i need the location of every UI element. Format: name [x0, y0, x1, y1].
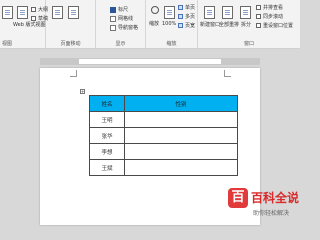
ruler-right-margin [221, 59, 259, 64]
horizontal-ruler[interactable] [40, 58, 260, 65]
split-label[interactable]: 拆分 [241, 21, 251, 28]
header-name[interactable]: 姓名 [89, 95, 125, 112]
table-cell[interactable] [124, 159, 238, 176]
ruler-label: 标尺 [118, 7, 129, 13]
side-by-side-icon [256, 5, 261, 10]
table-move-handle-icon[interactable]: + [80, 89, 85, 94]
zoom-group: 缩放 100% 单页 多页 页宽 缩放 [146, 0, 198, 48]
split-icon[interactable] [240, 6, 251, 19]
watermark-logo-icon: 百 [228, 188, 248, 208]
nav-pane-check-icon [110, 24, 116, 31]
side-by-side-label: 并排查看 [263, 5, 284, 11]
vertical-page-icon[interactable] [52, 6, 63, 19]
sync-scroll-icon [256, 14, 261, 19]
single-page-button[interactable]: 单页 [178, 4, 195, 11]
top-left-margin-mark [70, 70, 77, 77]
table-cell[interactable] [124, 143, 238, 160]
zoom-icon[interactable] [151, 6, 159, 14]
nav-pane-label: 导航窗格 [118, 25, 139, 31]
table-row: 王斌 [89, 159, 238, 176]
print-layout-icon[interactable] [2, 6, 13, 19]
single-page-icon [178, 5, 183, 10]
page-move-group: 页面移动 [46, 0, 96, 48]
document-page[interactable]: + 姓名 性别 王明 张华 李想 王斌 [40, 68, 260, 225]
top-right-margin-mark [224, 70, 231, 77]
window-group-label: 窗口 [243, 41, 254, 47]
gridlines-check-icon [110, 15, 116, 22]
table-cell[interactable]: 李想 [89, 143, 125, 160]
side-by-side-button[interactable]: 并排查看 [256, 4, 283, 11]
table-row: 李想 [89, 143, 238, 160]
table-cell[interactable]: 张华 [89, 127, 125, 144]
sync-scroll-label: 同步滚动 [263, 14, 284, 20]
views-group: Web 版式视图 大纲 草稿 视图 [0, 0, 48, 48]
outline-icon [31, 7, 36, 12]
single-page-label: 单页 [185, 5, 196, 11]
watermark-title: 百科全说 [251, 191, 300, 205]
header-gender[interactable]: 性别 [124, 95, 238, 112]
side-to-side-icon[interactable] [68, 6, 79, 19]
table-cell[interactable] [124, 111, 238, 128]
watermark-subtitle: 助你轻松解决 [253, 210, 290, 217]
zoom-group-label: 缩放 [166, 41, 177, 47]
new-window-label[interactable]: 新建窗口 [200, 21, 220, 28]
draft-icon [31, 16, 36, 21]
multi-page-icon [178, 14, 183, 19]
arrange-all-label[interactable]: 全部重排 [219, 21, 239, 28]
table-cell[interactable]: 王斌 [89, 159, 125, 176]
multi-page-label: 多页 [185, 14, 196, 20]
gridlines-label: 网格线 [118, 16, 134, 22]
new-window-icon[interactable] [204, 6, 215, 19]
page-move-label: 页面移动 [60, 41, 81, 47]
table-cell[interactable] [124, 127, 238, 144]
ruler-left-margin [41, 59, 79, 64]
data-table[interactable]: 姓名 性别 王明 张华 李想 王斌 [89, 95, 238, 176]
web-layout-icon[interactable] [17, 6, 28, 19]
table-row: 王明 [89, 111, 238, 128]
table-cell[interactable]: 王明 [89, 111, 125, 128]
reset-position-button[interactable]: 重设窗口位置 [256, 22, 293, 29]
page-width-button[interactable]: 页宽 [178, 22, 195, 29]
reset-position-label: 重设窗口位置 [263, 23, 294, 29]
window-group: 新建窗口 全部重排 拆分 并排查看 同步滚动 重设窗口位置 窗口 [198, 0, 300, 48]
watermark: 百 百科全说 助你轻松解决 [228, 185, 300, 225]
multi-page-button[interactable]: 多页 [178, 13, 195, 20]
reset-position-icon [256, 23, 261, 28]
zoom-label[interactable]: 缩放 [149, 20, 159, 27]
page-width-icon [178, 23, 183, 28]
page-width-label: 页宽 [185, 23, 196, 29]
table-header-row: 姓名 性别 [89, 95, 238, 112]
arrange-all-icon[interactable] [222, 6, 233, 19]
gridlines-checkbox[interactable]: 网格线 [110, 15, 133, 22]
views-group-label: 视图 [2, 41, 13, 47]
show-group: 标尺 网格线 导航窗格 显示 [96, 0, 146, 48]
percent-label[interactable]: 100% [162, 21, 176, 27]
web-layout-label[interactable]: Web 版式视图 [13, 21, 46, 28]
show-group-label: 显示 [115, 41, 126, 47]
ribbon: Web 版式视图 大纲 草稿 视图 页面移动 标尺 网格线 导航窗格 显示 缩放… [0, 0, 300, 49]
ruler-check-icon [110, 6, 116, 13]
nav-pane-checkbox[interactable]: 导航窗格 [110, 24, 138, 31]
hundred-percent-icon[interactable] [164, 6, 175, 19]
ruler-checkbox[interactable]: 标尺 [110, 6, 128, 13]
table-row: 张华 [89, 127, 238, 144]
sync-scroll-button[interactable]: 同步滚动 [256, 13, 283, 20]
